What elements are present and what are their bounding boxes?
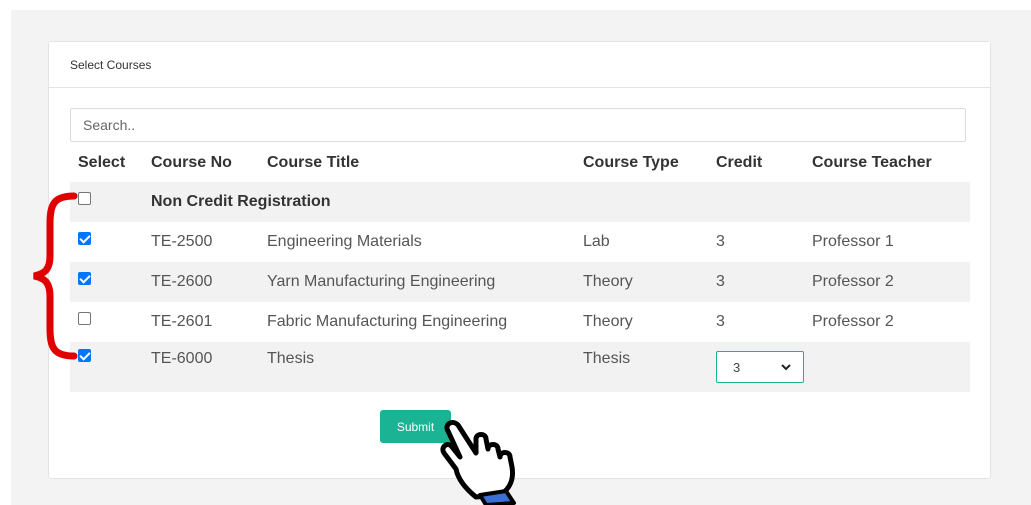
credit-cell: 3 <box>716 313 725 330</box>
teacher-cell: Professor 2 <box>812 262 970 302</box>
table-row: TE-2600 Yarn Manufacturing Engineering T… <box>70 262 970 302</box>
header-course-type: Course Type <box>583 154 679 171</box>
teacher-cell <box>812 342 970 392</box>
select-checkbox-non-credit[interactable] <box>78 192 91 206</box>
course-no-cell: TE-6000 <box>151 342 267 392</box>
panel-title: Select Courses <box>49 42 990 88</box>
course-title-cell: Thesis <box>267 342 583 392</box>
table-row: TE-2601 Fabric Manufacturing Engineering… <box>70 302 970 342</box>
course-no-cell: TE-2500 <box>151 233 213 250</box>
header-credit: Credit <box>716 154 763 171</box>
table-row: TE-2500 Engineering Materials Lab 3 Prof… <box>70 222 970 262</box>
search-input[interactable] <box>70 108 966 142</box>
courses-table: Select Course No Course Title Course Typ… <box>70 144 970 392</box>
course-no-cell: TE-2601 <box>151 313 213 330</box>
course-type-cell: Theory <box>583 262 716 302</box>
select-checkbox-te-2500[interactable] <box>78 232 91 246</box>
course-type-cell: Thesis <box>583 342 716 392</box>
header-select: Select <box>78 154 126 171</box>
table-row: TE-6000 Thesis Thesis 3 <box>70 342 970 392</box>
header-course-no: Course No <box>151 154 232 171</box>
credit-select-value: 3 <box>733 359 741 375</box>
brace-annotation-icon <box>33 192 78 360</box>
select-courses-panel: Select Courses Select Course No Course T… <box>48 41 991 479</box>
course-type-cell: Lab <box>583 233 610 250</box>
select-checkbox-te-6000[interactable] <box>78 349 91 363</box>
course-title-cell: Engineering Materials <box>267 233 422 250</box>
credit-cell: 3 <box>716 262 812 302</box>
select-checkbox-te-2600[interactable] <box>78 272 91 286</box>
credit-cell: 3 <box>716 233 725 250</box>
header-course-title: Course Title <box>267 154 360 171</box>
credit-select[interactable]: 3 <box>716 351 804 383</box>
group-label: Non Credit Registration <box>151 182 970 222</box>
course-title-cell: Yarn Manufacturing Engineering <box>267 262 583 302</box>
course-type-cell: Theory <box>583 313 633 330</box>
chevron-down-icon <box>781 363 791 370</box>
teacher-cell: Professor 1 <box>812 233 894 250</box>
course-title-cell: Fabric Manufacturing Engineering <box>267 313 508 330</box>
table-row-group: Non Credit Registration <box>70 182 970 222</box>
header-course-teacher: Course Teacher <box>812 154 932 171</box>
select-checkbox-te-2601[interactable] <box>78 312 91 326</box>
course-no-cell: TE-2600 <box>151 262 267 302</box>
teacher-cell: Professor 2 <box>812 313 894 330</box>
pointing-hand-icon <box>440 420 516 505</box>
table-header-row: Select Course No Course Title Course Typ… <box>70 144 970 182</box>
